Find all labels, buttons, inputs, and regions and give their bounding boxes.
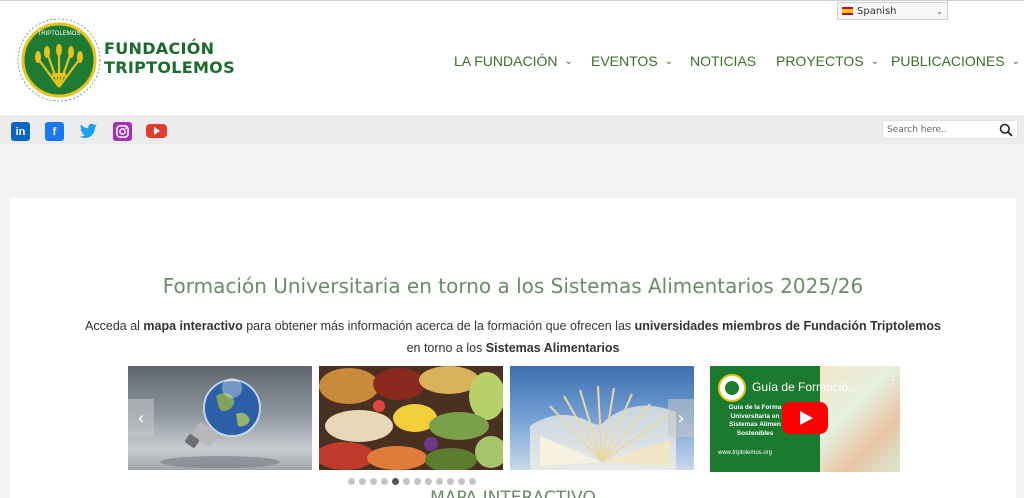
carousel-dot[interactable] — [458, 478, 465, 485]
nav-label: EVENTOS — [591, 53, 658, 69]
intro-bold: universidades miembros de Fundación Trip… — [634, 319, 941, 333]
facebook-icon[interactable]: f — [45, 122, 64, 141]
carousel-dot[interactable] — [414, 478, 421, 485]
chevron-down-icon: ⌄ — [564, 55, 573, 67]
carousel-slide-globe[interactable] — [128, 366, 312, 470]
social-bar: in f — [0, 115, 1024, 144]
search-icon[interactable] — [999, 123, 1013, 137]
video-desc-line: Sostenibles — [736, 429, 774, 437]
nav-item-eventos[interactable]: EVENTOS ⌄ — [591, 51, 673, 71]
carousel-prev-button[interactable]: ‹ — [128, 399, 154, 437]
logo-ring-icon — [15, 16, 103, 104]
carousel-dot[interactable] — [381, 478, 388, 485]
channel-logo-icon — [718, 374, 746, 402]
nav-label: NOTICIAS — [690, 53, 757, 69]
chevron-down-icon: ⌄ — [1011, 55, 1020, 67]
food-image — [319, 366, 503, 470]
nav-label: PROYECTOS — [776, 53, 864, 69]
chevron-down-icon: ⌄ — [664, 55, 674, 67]
spain-flag-icon — [842, 7, 853, 15]
carousel-dot[interactable] — [469, 478, 476, 485]
section-heading: MAPA INTERACTIVO — [430, 488, 596, 498]
carousel-dot[interactable] — [348, 478, 355, 485]
carousel-slide-food[interactable] — [319, 366, 503, 470]
carousel-dots — [348, 478, 476, 485]
carousel-dot[interactable] — [447, 478, 454, 485]
twitter-icon[interactable] — [79, 122, 98, 141]
youtube-video-embed[interactable]: Guía de Formació... ⋮ Guía de la Forma U… — [710, 366, 900, 472]
instagram-icon[interactable] — [113, 122, 132, 141]
search-input[interactable] — [887, 122, 993, 137]
carousel-dot[interactable] — [370, 478, 377, 485]
nav-label: PUBLICACIONES — [891, 53, 1005, 69]
logo-seal-text: TRIPTOLEMOS — [37, 31, 81, 37]
more-options-icon[interactable]: ⋮ — [887, 374, 899, 390]
carousel-slide-book[interactable] — [510, 366, 694, 470]
linkedin-icon[interactable]: in — [11, 122, 30, 141]
map-link[interactable]: mapa interactivo — [143, 319, 242, 333]
logo-emblem[interactable]: TRIPTOLEMOS — [14, 15, 104, 105]
nav-item-publicaciones[interactable]: PUBLICACIONES ⌄ — [891, 51, 1020, 71]
video-url: www.triptolemos.org — [718, 450, 773, 456]
language-selected: Spanish — [857, 5, 897, 17]
brand-line-1: FUNDACIÓN — [104, 39, 215, 58]
nav-item-la-fundacion[interactable]: LA FUNDACIÓN ⌄ — [454, 51, 573, 71]
carousel-dot[interactable] — [403, 478, 410, 485]
site-header: TRIPTOLEMOS FUNDACIÓN TRIPTOLEMOS Spanis… — [0, 0, 1024, 115]
nav-item-noticias[interactable]: NOTICIAS — [690, 51, 756, 71]
chevron-down-icon: ⌄ — [936, 6, 943, 16]
carousel-next-button[interactable]: › — [668, 399, 694, 437]
carousel-dot[interactable] — [392, 478, 399, 485]
video-title: Guía de Formació... — [752, 380, 859, 394]
brand-line-2: TRIPTOLEMOS — [104, 58, 235, 77]
chevron-down-icon: ⌄ — [870, 55, 880, 67]
search-box — [882, 120, 1018, 139]
nav-label: LA FUNDACIÓN — [454, 53, 558, 69]
main-content: Formación Universitaria en torno a los S… — [10, 198, 1016, 498]
globe-bulb-image — [160, 378, 280, 468]
intro-text-part: en torno a los — [406, 341, 486, 355]
carousel-dot[interactable] — [436, 478, 443, 485]
youtube-icon[interactable] — [146, 124, 167, 138]
carousel-dot[interactable] — [425, 478, 432, 485]
intro-text: Acceda al mapa interactivo para obtener … — [10, 315, 1016, 359]
carousel-dot[interactable] — [359, 478, 366, 485]
nav-item-proyectos[interactable]: PROYECTOS ⌄ — [776, 51, 879, 71]
page-title: Formación Universitaria en torno a los S… — [162, 274, 864, 298]
brand-name[interactable]: FUNDACIÓN TRIPTOLEMOS — [104, 39, 235, 77]
book-image — [530, 385, 676, 470]
language-select[interactable]: Spanish ⌄ — [837, 2, 948, 20]
intro-bold: Sistemas Alimentarios — [485, 341, 620, 355]
intro-text-part: Acceda al — [85, 319, 144, 333]
play-button[interactable] — [782, 402, 828, 434]
intro-text-part: para obtener más información acerca de l… — [242, 319, 635, 333]
